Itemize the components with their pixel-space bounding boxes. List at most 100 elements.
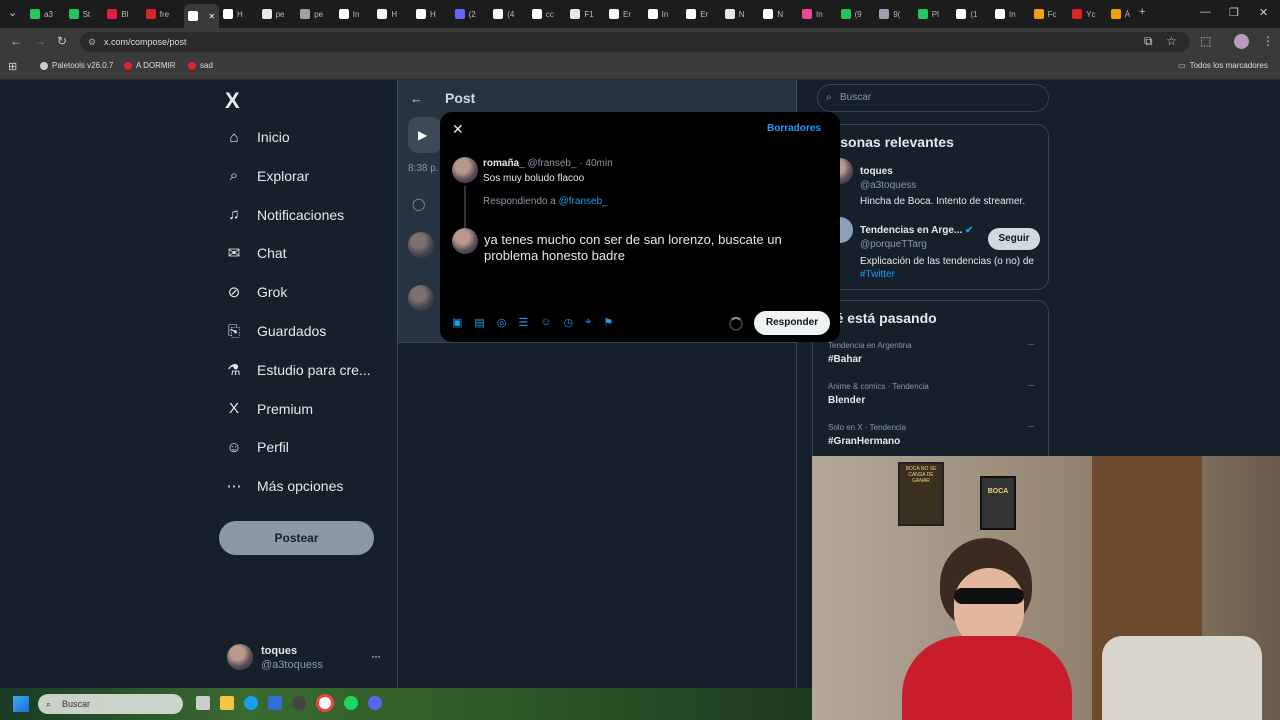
trend-name[interactable]: Blender — [828, 395, 865, 406]
site-info-icon[interactable]: ⚙ — [88, 32, 96, 52]
browser-tab[interactable]: Yc — [1072, 4, 1096, 24]
location-icon[interactable]: ⌖ — [585, 316, 591, 329]
browser-tab[interactable]: Á — [1110, 4, 1130, 24]
account-more-icon[interactable]: ··· — [371, 649, 381, 663]
person-handle[interactable]: @a3toquess — [860, 180, 916, 191]
obs-icon[interactable] — [292, 696, 306, 710]
browser-tab[interactable]: Pl — [917, 4, 939, 24]
browser-tab[interactable]: pe — [261, 4, 285, 24]
menu-icon[interactable]: ⋮ — [1262, 34, 1274, 48]
play-icon[interactable]: ▶ — [418, 128, 427, 142]
spotify-icon[interactable] — [344, 696, 358, 710]
trend-more-icon[interactable]: ··· — [1027, 380, 1035, 391]
browser-tab[interactable]: pe — [300, 4, 323, 24]
profile-avatar[interactable] — [1234, 34, 1249, 49]
thread-avatar-1[interactable] — [408, 232, 434, 258]
reply-count-icon[interactable]: ◯ — [412, 197, 425, 211]
person-name[interactable]: toques — [860, 166, 893, 177]
tab-search-icon[interactable]: ⌄ — [8, 6, 17, 19]
sidebar-item-chat[interactable]: ✉ Chat — [225, 244, 287, 262]
browser-tab[interactable]: H — [377, 4, 397, 24]
minimize-icon[interactable]: — — [1200, 6, 1211, 18]
new-tab-icon[interactable]: + — [1139, 6, 1145, 18]
sidebar-item-notificaciones[interactable]: ♫ Notificaciones — [225, 206, 344, 224]
x-logo[interactable]: X — [225, 88, 240, 114]
person-handle[interactable]: @porqueTTarg — [860, 239, 927, 250]
sidebar-item-inicio[interactable]: ⌂ Inicio — [225, 128, 289, 146]
bookmark-star-icon[interactable]: ☆ — [1166, 34, 1177, 48]
browser-tab[interactable]: Er — [686, 4, 708, 24]
extensions-icon[interactable]: ⬚ — [1200, 34, 1211, 48]
browser-tab[interactable]: Bl — [107, 4, 128, 24]
browser-tab[interactable]: H — [416, 4, 436, 24]
close-window-icon[interactable]: ✕ — [1259, 6, 1268, 19]
back-icon[interactable]: ← — [10, 34, 22, 48]
grok-icon[interactable]: ◎ — [497, 316, 507, 329]
reply-button[interactable]: Responder — [754, 311, 830, 335]
person-name[interactable]: Tendencias en Arge... ✔ — [860, 225, 973, 236]
sidebar-item-perfil[interactable]: ☺ Perfil — [225, 438, 289, 456]
search-input[interactable]: ⌕ Buscar — [817, 84, 1049, 112]
drafts-link[interactable]: Borradores — [767, 123, 821, 134]
apps-grid-icon[interactable]: ⊞ — [8, 60, 17, 73]
bookmark-item[interactable]: Paletools v26.0.7 — [40, 61, 113, 70]
address-bar[interactable]: ⚙ x.com/compose/post — [80, 32, 1190, 52]
browser-tab[interactable]: (2 — [454, 4, 476, 24]
chrome-icon[interactable] — [316, 694, 334, 712]
sidebar-item-explorar[interactable]: ⌕ Explorar — [225, 167, 309, 185]
image-icon[interactable]: ▣ — [452, 316, 462, 329]
schedule-icon[interactable]: ◷ — [564, 316, 574, 329]
all-bookmarks[interactable]: ▭ Todos los marcadores — [1178, 61, 1268, 70]
reload-icon[interactable]: ↻ — [57, 34, 67, 48]
edge-icon[interactable] — [244, 696, 258, 710]
browser-tab[interactable]: In — [995, 4, 1016, 24]
original-author-avatar[interactable] — [452, 157, 478, 183]
replying-to-link[interactable]: @franseb_ — [559, 196, 608, 207]
sidebar-item-grok[interactable]: ⊘ Grok — [225, 283, 288, 301]
browser-tab[interactable]: a3 — [30, 4, 53, 24]
browser-tab[interactable]: (4 — [493, 4, 514, 24]
bookmark-item[interactable]: A DORMIR — [124, 61, 176, 70]
post-button[interactable]: Postear — [219, 521, 374, 555]
sidebar-item-guardados[interactable]: ⎘ Guardados — [225, 322, 326, 340]
browser-tab[interactable]: cc — [531, 4, 554, 24]
file-explorer-icon[interactable] — [220, 696, 234, 710]
bookmark-item[interactable]: sad — [188, 61, 213, 70]
reply-textarea[interactable]: ya tenes mucho con ser de san lorenzo, b… — [484, 232, 824, 264]
account-avatar[interactable] — [227, 644, 253, 670]
taskbar-search[interactable]: ⌕ Buscar — [38, 694, 183, 714]
browser-tab[interactable]: (9 — [840, 4, 862, 24]
install-app-icon[interactable]: ⧉ — [1144, 34, 1153, 49]
trend-name[interactable]: #GranHermano — [828, 436, 900, 447]
sidebar-item-estudio-para-cre[interactable]: ⚗ Estudio para cre... — [225, 361, 370, 379]
trend-name[interactable]: #Bahar — [828, 354, 862, 365]
sidebar-item-más-opciones[interactable]: ⋯ Más opciones — [225, 477, 344, 495]
media-player[interactable]: ▶ — [408, 117, 442, 153]
back-arrow-icon[interactable]: ← — [410, 91, 423, 106]
browser-tab[interactable]: 9( — [879, 4, 900, 24]
browser-tab[interactable]: Er — [609, 4, 631, 24]
original-author-handle[interactable]: @franseb_ — [527, 158, 576, 169]
browser-tab[interactable]: N — [724, 4, 745, 24]
thread-avatar-2[interactable] — [408, 285, 434, 311]
browser-tab[interactable]: H — [223, 4, 243, 24]
hashtag-link[interactable]: #Twitter — [860, 269, 895, 280]
task-view-icon[interactable] — [196, 696, 210, 710]
browser-tab[interactable]: In — [338, 4, 359, 24]
close-tab-icon[interactable]: ✕ — [208, 12, 215, 21]
close-icon[interactable]: ✕ — [452, 121, 464, 138]
poll-icon[interactable]: ☰ — [518, 316, 528, 329]
store-icon[interactable] — [268, 696, 282, 710]
browser-tab[interactable]: ✕ — [184, 4, 220, 28]
browser-tab[interactable]: fre — [145, 4, 169, 24]
original-author-name[interactable]: romaña_ — [483, 158, 525, 169]
sidebar-item-premium[interactable]: X Premium — [225, 400, 313, 418]
maximize-icon[interactable]: ❐ — [1229, 6, 1239, 19]
gif-icon[interactable]: ▤ — [474, 316, 484, 329]
trend-more-icon[interactable]: ··· — [1027, 421, 1035, 432]
start-icon[interactable] — [13, 696, 29, 712]
forward-icon[interactable]: → — [34, 34, 46, 48]
flag-icon[interactable]: ⚑ — [603, 316, 613, 329]
discord-icon[interactable] — [368, 696, 382, 710]
browser-tab[interactable]: N — [763, 4, 783, 24]
